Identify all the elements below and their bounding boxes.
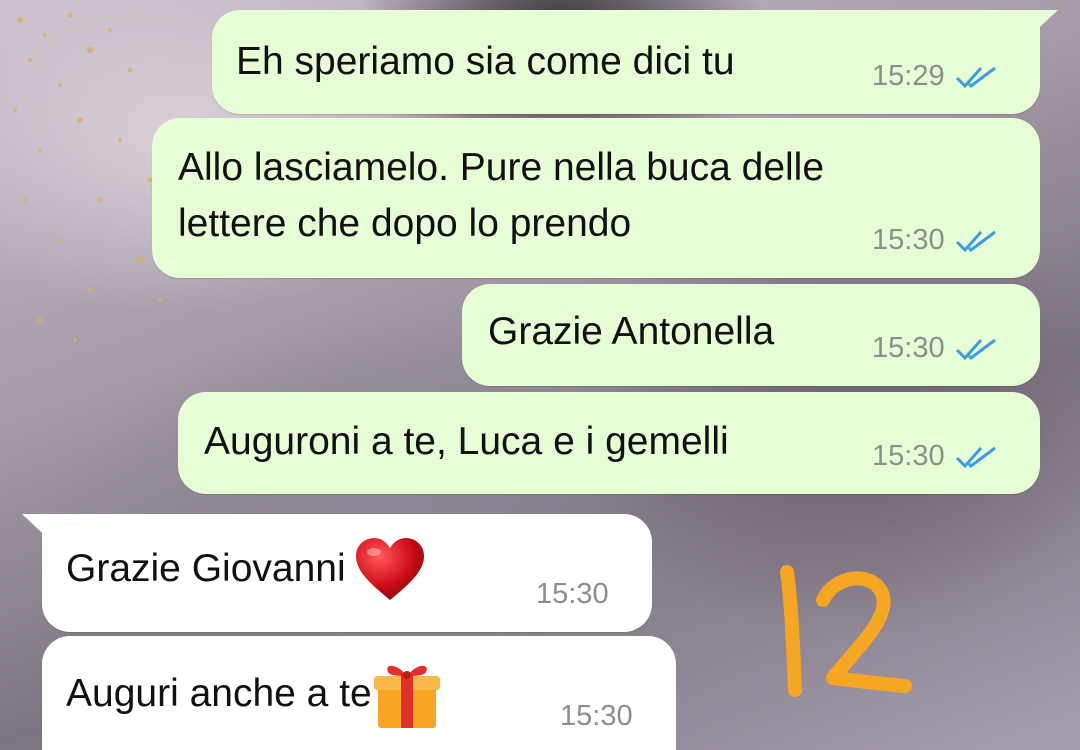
heart-icon <box>355 538 424 600</box>
message-text: Auguri anche a te <box>66 672 372 715</box>
number-annotation: 12 <box>775 560 915 705</box>
message-meta: 15:29 <box>872 60 999 93</box>
message-meta: 15:30 <box>872 440 999 473</box>
message-text: Auguroni a te, Luca e i gemelli <box>204 420 729 463</box>
read-receipt-icon <box>955 230 996 252</box>
bubble-tail-icon <box>22 514 62 544</box>
incoming-message-bubble[interactable]: Grazie Giovanni 15:30 <box>22 514 652 632</box>
message-text-line2: lettere che dopo lo prendo <box>178 202 632 245</box>
incoming-message-bubble[interactable]: Auguri anche a te 15:30 <box>42 636 676 750</box>
message-timestamp: 15:30 <box>872 332 945 364</box>
message-text-line1: Allo lasciamelo. Pure nella buca delle <box>178 146 825 189</box>
read-receipt-icon <box>955 338 996 360</box>
message-timestamp: 15:30 <box>872 440 945 472</box>
message-timestamp: 15:30 <box>872 224 945 256</box>
outgoing-message-bubble[interactable]: Eh speriamo sia come dici tu 15:29 <box>212 10 1058 114</box>
message-text: Grazie Antonella <box>488 310 775 353</box>
message-meta: 15:30 <box>872 332 999 365</box>
gift-icon <box>373 665 440 728</box>
message-content: Auguri anche a te <box>66 658 442 730</box>
outgoing-message-bubble[interactable]: Auguroni a te, Luca e i gemelli 15:30 <box>178 392 1040 494</box>
read-receipt-icon <box>955 66 996 88</box>
outgoing-message-bubble[interactable]: Grazie Antonella 15:30 <box>462 284 1040 386</box>
message-timestamp: 15:30 <box>536 578 609 610</box>
message-timestamp: 15:30 <box>560 700 633 732</box>
message-timestamp: 15:29 <box>872 60 945 92</box>
message-text: Eh speriamo sia come dici tu <box>236 40 735 83</box>
outgoing-message-bubble[interactable]: Allo lasciamelo. Pure nella buca delle l… <box>152 118 1040 278</box>
message-content: Grazie Giovanni <box>66 536 426 602</box>
handwritten-number-graphic <box>780 565 912 697</box>
read-receipt-icon <box>955 446 996 468</box>
message-text: Grazie Giovanni <box>66 547 346 590</box>
bubble-tail-icon <box>1018 10 1058 40</box>
message-meta: 15:30 <box>872 224 999 257</box>
